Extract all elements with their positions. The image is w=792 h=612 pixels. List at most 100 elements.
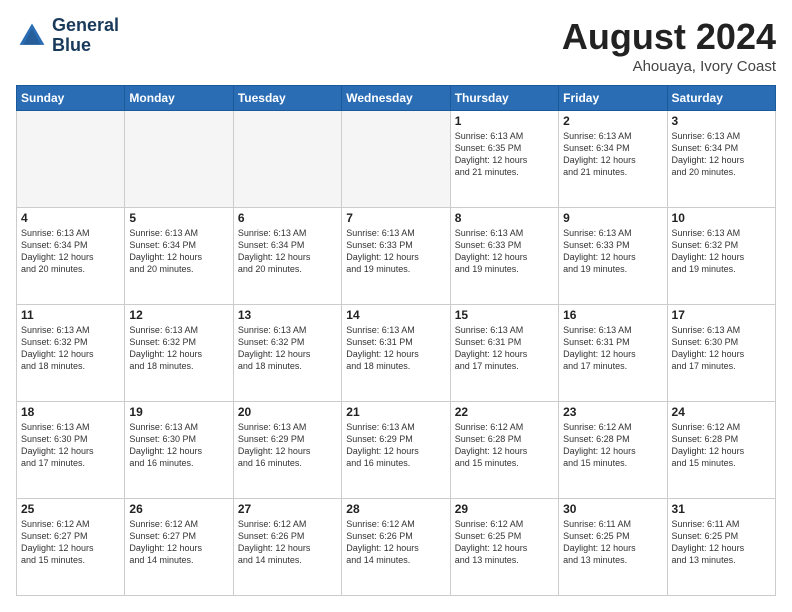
cell-info: Sunrise: 6:13 AM Sunset: 6:34 PM Dayligh… bbox=[21, 227, 120, 276]
date-number: 12 bbox=[129, 308, 228, 322]
date-number: 3 bbox=[672, 114, 771, 128]
date-number: 4 bbox=[21, 211, 120, 225]
day-header-sunday: Sunday bbox=[17, 86, 125, 111]
date-number: 22 bbox=[455, 405, 554, 419]
calendar-cell: 6 Sunrise: 6:13 AM Sunset: 6:34 PM Daylig… bbox=[233, 208, 341, 305]
day-header-saturday: Saturday bbox=[667, 86, 775, 111]
cell-info: Sunrise: 6:11 AM Sunset: 6:25 PM Dayligh… bbox=[672, 518, 771, 567]
cell-info: Sunrise: 6:13 AM Sunset: 6:31 PM Dayligh… bbox=[346, 324, 445, 373]
date-number: 19 bbox=[129, 405, 228, 419]
cell-info: Sunrise: 6:13 AM Sunset: 6:34 PM Dayligh… bbox=[238, 227, 337, 276]
calendar-cell: 19Sunrise: 6:13 AM Sunset: 6:30 PM Dayli… bbox=[125, 402, 233, 499]
day-header-friday: Friday bbox=[559, 86, 667, 111]
cell-info: Sunrise: 6:13 AM Sunset: 6:33 PM Dayligh… bbox=[563, 227, 662, 276]
date-number: 13 bbox=[238, 308, 337, 322]
cell-info: Sunrise: 6:13 AM Sunset: 6:32 PM Dayligh… bbox=[238, 324, 337, 373]
date-number: 25 bbox=[21, 502, 120, 516]
logo: General Blue bbox=[16, 16, 119, 56]
calendar-cell: 14Sunrise: 6:13 AM Sunset: 6:31 PM Dayli… bbox=[342, 305, 450, 402]
calendar-cell: 15 Sunrise: 6:13 AM Sunset: 6:31 PM Dayli… bbox=[450, 305, 558, 402]
logo-line1: General bbox=[52, 16, 119, 36]
calendar-cell: 23 Sunrise: 6:12 AM Sunset: 6:28 PM Dayli… bbox=[559, 402, 667, 499]
week-row-3: 11 Sunrise: 6:13 AM Sunset: 6:32 PM Dayli… bbox=[17, 305, 776, 402]
cell-info: Sunrise: 6:13 AM Sunset: 6:32 PM Dayligh… bbox=[21, 324, 120, 373]
cell-info: Sunrise: 6:13 AM Sunset: 6:33 PM Dayligh… bbox=[455, 227, 554, 276]
cell-info: Sunrise: 6:13 AM Sunset: 6:34 PM Dayligh… bbox=[672, 130, 771, 179]
calendar-cell: 30Sunrise: 6:11 AM Sunset: 6:25 PM Dayli… bbox=[559, 499, 667, 596]
date-number: 23 bbox=[563, 405, 662, 419]
cell-info: Sunrise: 6:13 AM Sunset: 6:29 PM Dayligh… bbox=[346, 421, 445, 470]
week-row-5: 25 Sunrise: 6:12 AM Sunset: 6:27 PM Dayli… bbox=[17, 499, 776, 596]
cell-info: Sunrise: 6:11 AM Sunset: 6:25 PM Dayligh… bbox=[563, 518, 662, 567]
date-number: 29 bbox=[455, 502, 554, 516]
cell-info: Sunrise: 6:12 AM Sunset: 6:25 PM Dayligh… bbox=[455, 518, 554, 567]
calendar-cell: 4 Sunrise: 6:13 AM Sunset: 6:34 PM Daylig… bbox=[17, 208, 125, 305]
cell-info: Sunrise: 6:13 AM Sunset: 6:34 PM Dayligh… bbox=[563, 130, 662, 179]
cell-info: Sunrise: 6:13 AM Sunset: 6:35 PM Dayligh… bbox=[455, 130, 554, 179]
calendar-cell: 17Sunrise: 6:13 AM Sunset: 6:30 PM Dayli… bbox=[667, 305, 775, 402]
cell-info: Sunrise: 6:12 AM Sunset: 6:28 PM Dayligh… bbox=[455, 421, 554, 470]
date-number: 6 bbox=[238, 211, 337, 225]
date-number: 7 bbox=[346, 211, 445, 225]
calendar-cell bbox=[233, 111, 341, 208]
date-number: 24 bbox=[672, 405, 771, 419]
calendar-table: SundayMondayTuesdayWednesdayThursdayFrid… bbox=[16, 85, 776, 596]
calendar-cell: 9 Sunrise: 6:13 AM Sunset: 6:33 PM Daylig… bbox=[559, 208, 667, 305]
cell-info: Sunrise: 6:13 AM Sunset: 6:34 PM Dayligh… bbox=[129, 227, 228, 276]
cell-info: Sunrise: 6:12 AM Sunset: 6:27 PM Dayligh… bbox=[129, 518, 228, 567]
calendar-cell: 13 Sunrise: 6:13 AM Sunset: 6:32 PM Dayli… bbox=[233, 305, 341, 402]
date-number: 15 bbox=[455, 308, 554, 322]
calendar-cell: 1 Sunrise: 6:13 AM Sunset: 6:35 PM Daylig… bbox=[450, 111, 558, 208]
date-number: 31 bbox=[672, 502, 771, 516]
cell-info: Sunrise: 6:13 AM Sunset: 6:32 PM Dayligh… bbox=[129, 324, 228, 373]
calendar-cell: 20Sunrise: 6:13 AM Sunset: 6:29 PM Dayli… bbox=[233, 402, 341, 499]
date-number: 10 bbox=[672, 211, 771, 225]
day-header-thursday: Thursday bbox=[450, 86, 558, 111]
date-number: 27 bbox=[238, 502, 337, 516]
cell-info: Sunrise: 6:13 AM Sunset: 6:29 PM Dayligh… bbox=[238, 421, 337, 470]
calendar-cell: 31 Sunrise: 6:11 AM Sunset: 6:25 PM Dayli… bbox=[667, 499, 775, 596]
title-block: August 2024 Ahouaya, Ivory Coast bbox=[562, 16, 776, 75]
cell-info: Sunrise: 6:12 AM Sunset: 6:26 PM Dayligh… bbox=[238, 518, 337, 567]
logo-text: General Blue bbox=[52, 16, 119, 56]
date-number: 18 bbox=[21, 405, 120, 419]
calendar-cell: 18 Sunrise: 6:13 AM Sunset: 6:30 PM Dayli… bbox=[17, 402, 125, 499]
calendar-cell bbox=[125, 111, 233, 208]
calendar-cell bbox=[342, 111, 450, 208]
calendar-cell: 3 Sunrise: 6:13 AM Sunset: 6:34 PM Daylig… bbox=[667, 111, 775, 208]
date-number: 5 bbox=[129, 211, 228, 225]
location: Ahouaya, Ivory Coast bbox=[562, 58, 776, 75]
date-number: 1 bbox=[455, 114, 554, 128]
logo-icon bbox=[16, 20, 48, 52]
calendar-cell: 10 Sunrise: 6:13 AM Sunset: 6:32 PM Dayli… bbox=[667, 208, 775, 305]
cell-info: Sunrise: 6:13 AM Sunset: 6:31 PM Dayligh… bbox=[455, 324, 554, 373]
date-number: 16 bbox=[563, 308, 662, 322]
week-row-1: 1 Sunrise: 6:13 AM Sunset: 6:35 PM Daylig… bbox=[17, 111, 776, 208]
calendar-cell: 25 Sunrise: 6:12 AM Sunset: 6:27 PM Dayli… bbox=[17, 499, 125, 596]
cell-info: Sunrise: 6:13 AM Sunset: 6:32 PM Dayligh… bbox=[672, 227, 771, 276]
calendar-cell: 2Sunrise: 6:13 AM Sunset: 6:34 PM Daylig… bbox=[559, 111, 667, 208]
cell-info: Sunrise: 6:13 AM Sunset: 6:30 PM Dayligh… bbox=[21, 421, 120, 470]
week-row-4: 18 Sunrise: 6:13 AM Sunset: 6:30 PM Dayli… bbox=[17, 402, 776, 499]
calendar-cell: 7 Sunrise: 6:13 AM Sunset: 6:33 PM Daylig… bbox=[342, 208, 450, 305]
date-number: 9 bbox=[563, 211, 662, 225]
cell-info: Sunrise: 6:12 AM Sunset: 6:28 PM Dayligh… bbox=[672, 421, 771, 470]
week-row-2: 4 Sunrise: 6:13 AM Sunset: 6:34 PM Daylig… bbox=[17, 208, 776, 305]
page: General Blue August 2024 Ahouaya, Ivory … bbox=[0, 0, 792, 612]
calendar-cell: 27 Sunrise: 6:12 AM Sunset: 6:26 PM Dayli… bbox=[233, 499, 341, 596]
cell-info: Sunrise: 6:13 AM Sunset: 6:33 PM Dayligh… bbox=[346, 227, 445, 276]
cell-info: Sunrise: 6:12 AM Sunset: 6:27 PM Dayligh… bbox=[21, 518, 120, 567]
calendar-cell: 11 Sunrise: 6:13 AM Sunset: 6:32 PM Dayli… bbox=[17, 305, 125, 402]
cell-info: Sunrise: 6:12 AM Sunset: 6:26 PM Dayligh… bbox=[346, 518, 445, 567]
date-number: 11 bbox=[21, 308, 120, 322]
calendar-cell: 8Sunrise: 6:13 AM Sunset: 6:33 PM Daylig… bbox=[450, 208, 558, 305]
date-number: 17 bbox=[672, 308, 771, 322]
cell-info: Sunrise: 6:12 AM Sunset: 6:28 PM Dayligh… bbox=[563, 421, 662, 470]
calendar-cell: 22 Sunrise: 6:12 AM Sunset: 6:28 PM Dayli… bbox=[450, 402, 558, 499]
calendar-cell: 5 Sunrise: 6:13 AM Sunset: 6:34 PM Daylig… bbox=[125, 208, 233, 305]
date-number: 21 bbox=[346, 405, 445, 419]
calendar-cell: 29 Sunrise: 6:12 AM Sunset: 6:25 PM Dayli… bbox=[450, 499, 558, 596]
header: General Blue August 2024 Ahouaya, Ivory … bbox=[16, 16, 776, 75]
calendar-cell: 24 Sunrise: 6:12 AM Sunset: 6:28 PM Dayli… bbox=[667, 402, 775, 499]
calendar-cell bbox=[17, 111, 125, 208]
